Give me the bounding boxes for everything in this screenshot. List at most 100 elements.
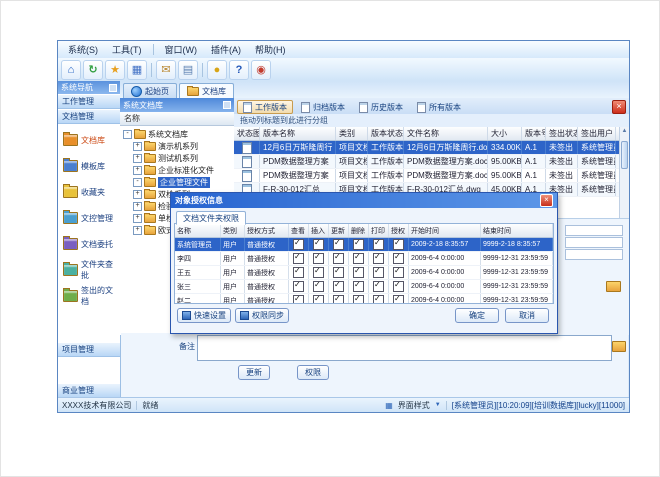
column-header[interactable]: 打印 — [369, 224, 389, 237]
permission-row[interactable]: 王五用户普通授权2009-6-4 0:00:009999-12-31 23:59… — [175, 266, 553, 280]
permission-checkbox[interactable] — [313, 267, 324, 278]
nav-section-project[interactable]: 项目管理 — [58, 342, 120, 357]
favorites-icon[interactable]: ★ — [105, 60, 125, 80]
column-header[interactable]: 授权方式 — [245, 224, 289, 237]
attachment-icon[interactable] — [606, 281, 621, 292]
column-header[interactable]: 签出用户 — [578, 127, 616, 140]
permission-button[interactable]: 权限 — [297, 365, 329, 380]
permission-checkbox[interactable] — [313, 239, 324, 250]
permission-checkbox[interactable] — [373, 281, 384, 292]
remark-textarea[interactable] — [197, 335, 612, 361]
tab-起始页[interactable]: 起始页 — [123, 83, 177, 98]
version-tab[interactable]: 工作版本 — [237, 100, 293, 114]
version-tab[interactable]: 所有版本 — [411, 100, 467, 114]
menu-item[interactable]: 插件(A) — [205, 42, 247, 57]
permission-checkbox[interactable] — [373, 239, 384, 250]
expander-icon[interactable]: + — [133, 154, 142, 163]
style-selector[interactable]: 界面样式 — [398, 400, 430, 411]
tab-文档库[interactable]: 文档库 — [179, 83, 234, 98]
expander-icon[interactable]: + — [133, 142, 142, 151]
expander-icon[interactable]: + — [133, 226, 142, 235]
nav-item[interactable]: 文件夹查批 — [60, 258, 118, 282]
permission-checkbox[interactable] — [353, 295, 364, 304]
permission-checkbox[interactable] — [333, 239, 344, 250]
menu-item[interactable]: 窗口(W) — [159, 42, 204, 57]
permission-checkbox[interactable] — [313, 253, 324, 264]
close-icon[interactable]: × — [612, 100, 626, 114]
table-row[interactable]: PDM数据整理方案项目文档工作版本PDM数据整理方案.doc95.00KBA.1… — [234, 169, 620, 183]
column-header[interactable]: 状态图 — [234, 127, 260, 140]
nav-item[interactable]: 签出的文档 — [60, 284, 118, 308]
permission-row[interactable]: 张三用户普通授权2009-6-4 0:00:009999-12-31 23:59… — [175, 280, 553, 294]
column-header[interactable]: 开始时间 — [409, 224, 481, 237]
expander-icon[interactable]: + — [133, 214, 142, 223]
expander-icon[interactable]: - — [123, 130, 132, 139]
pin-icon[interactable] — [223, 101, 231, 109]
column-header[interactable]: 更新 — [329, 224, 349, 237]
home-icon[interactable]: ⌂ — [61, 60, 81, 80]
permission-checkbox[interactable] — [393, 267, 404, 278]
tree-item[interactable]: +演示机系列 — [121, 140, 233, 152]
column-header[interactable]: 文件名称 — [404, 127, 488, 140]
scrollbar-thumb[interactable] — [621, 141, 628, 169]
tree-item[interactable]: +企业标准化文件 — [121, 164, 233, 176]
column-header[interactable]: 类别 — [221, 224, 245, 237]
menu-item[interactable]: 工具(T) — [106, 42, 148, 57]
permission-checkbox[interactable] — [293, 281, 304, 292]
pin-icon[interactable] — [109, 84, 117, 92]
permission-checkbox[interactable] — [353, 239, 364, 250]
permission-sync-button[interactable]: 权限同步 — [235, 308, 289, 323]
column-header[interactable]: 授权 — [389, 224, 409, 237]
print-icon[interactable]: ▤ — [178, 60, 198, 80]
vertical-scrollbar[interactable]: ▲ — [619, 127, 629, 218]
modules-icon[interactable]: ▦ — [127, 60, 147, 80]
permission-checkbox[interactable] — [373, 267, 384, 278]
help-icon[interactable]: ? — [229, 60, 249, 80]
permission-checkbox[interactable] — [373, 295, 384, 304]
permission-checkbox[interactable] — [393, 239, 404, 250]
column-header[interactable]: 版本状态 — [368, 127, 404, 140]
menu-item[interactable]: 系统(S) — [62, 42, 104, 57]
column-header[interactable]: 版本名称 — [260, 127, 336, 140]
menu-item[interactable]: 帮助(H) — [249, 42, 292, 57]
nav-item[interactable]: 文档委托 — [60, 232, 118, 256]
permission-checkbox[interactable] — [393, 295, 404, 304]
ok-button[interactable]: 确定 — [455, 308, 499, 323]
dialog-titlebar[interactable]: 对象授权信息 × — [171, 193, 557, 208]
nav-item[interactable]: 收藏夹 — [60, 180, 118, 204]
expander-icon[interactable]: + — [133, 202, 142, 211]
expander-icon[interactable]: + — [133, 190, 142, 199]
permission-row[interactable]: 赵二用户普通授权2009-6-4 0:00:009999-12-31 23:59… — [175, 294, 553, 304]
tree-item[interactable]: -系统文档库 — [121, 128, 233, 140]
version-tab[interactable]: 历史版本 — [353, 100, 409, 114]
permission-checkbox[interactable] — [293, 295, 304, 304]
permission-checkbox[interactable] — [333, 295, 344, 304]
table-row[interactable]: 12月6日万斯隆周行项目文档工作版本12月6日万斯隆周行.doc334.00KB… — [234, 141, 620, 155]
chevron-down-icon[interactable]: ▼ — [435, 402, 441, 408]
permission-checkbox[interactable] — [393, 253, 404, 264]
permission-row[interactable]: 系统管理员用户普通授权2009-2-18 8:35:579999-2-18 8:… — [175, 238, 553, 252]
refresh-icon[interactable]: ↻ — [83, 60, 103, 80]
permission-checkbox[interactable] — [373, 253, 384, 264]
permission-checkbox[interactable] — [353, 253, 364, 264]
lock-icon[interactable]: ● — [207, 60, 227, 80]
close-icon[interactable]: × — [540, 194, 553, 207]
version-tab[interactable]: 归档版本 — [295, 100, 351, 114]
permission-checkbox[interactable] — [353, 281, 364, 292]
tree-column-header[interactable]: 名称 — [120, 112, 234, 126]
expander-icon[interactable]: + — [133, 166, 142, 175]
permission-checkbox[interactable] — [313, 281, 324, 292]
nav-item[interactable]: 文控管理 — [60, 206, 118, 230]
nav-section-doc[interactable]: 文档管理 — [58, 109, 120, 124]
column-header[interactable]: 大小 — [488, 127, 522, 140]
tree-item[interactable]: -企业管理文件 — [121, 176, 233, 188]
column-header[interactable]: 类别 — [336, 127, 368, 140]
permission-checkbox[interactable] — [333, 281, 344, 292]
cancel-button[interactable]: 取消 — [505, 308, 549, 323]
column-header[interactable]: 插入 — [309, 224, 329, 237]
nav-section-business[interactable]: 商业管理 — [58, 383, 120, 398]
permission-checkbox[interactable] — [313, 295, 324, 304]
permission-checkbox[interactable] — [333, 253, 344, 264]
tree-item[interactable]: +测试机系列 — [121, 152, 233, 164]
column-header[interactable]: 结束时间 — [481, 224, 553, 237]
